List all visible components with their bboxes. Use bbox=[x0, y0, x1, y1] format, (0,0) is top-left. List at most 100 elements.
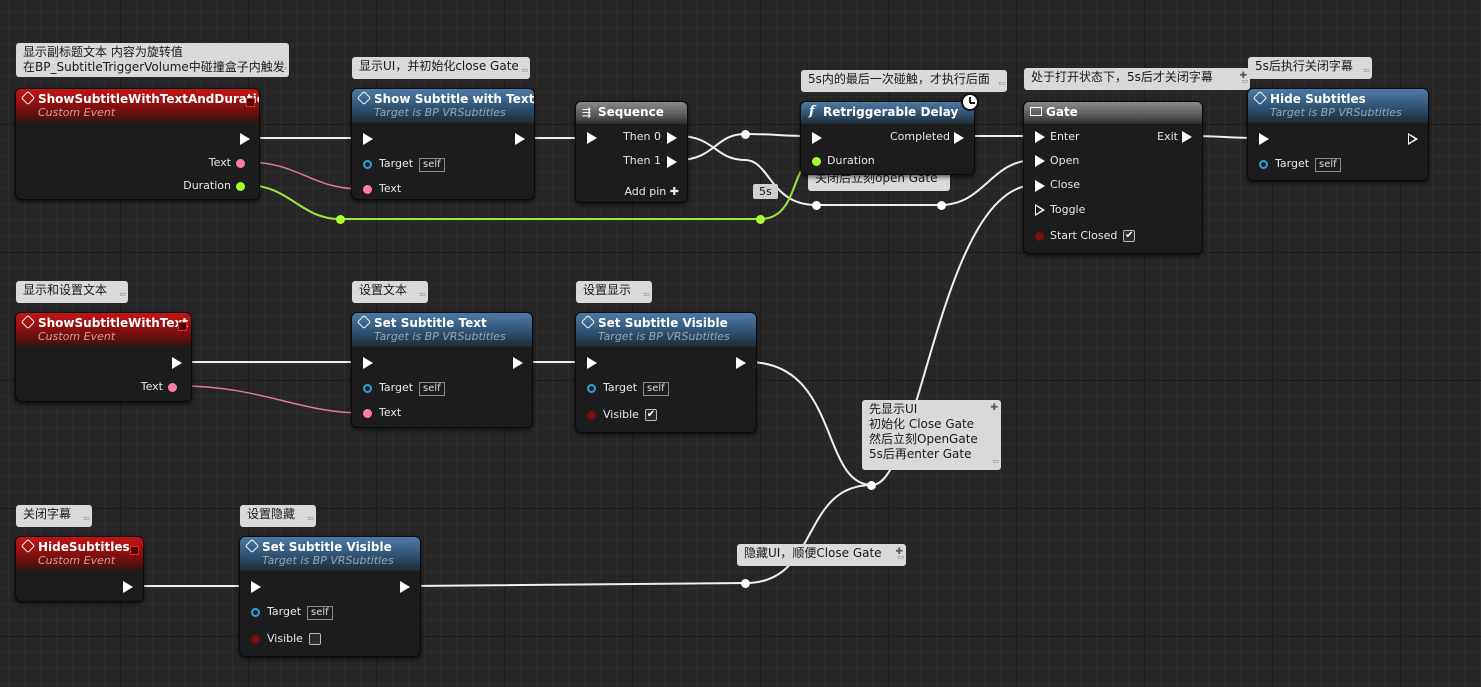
gate-node[interactable]: Gate Enter Exit Open Close Toggle Start … bbox=[1023, 101, 1203, 254]
exec-out-pin[interactable] bbox=[123, 581, 133, 593]
delay-duration-value[interactable]: 5s bbox=[753, 184, 778, 199]
exec-in-pin[interactable] bbox=[587, 132, 597, 144]
function-node-set-subtitle-hidden[interactable]: Set Subtitle Visible Target is BP VRSubt… bbox=[239, 536, 421, 657]
then1-out-pin[interactable] bbox=[667, 156, 677, 168]
fold-icon: ▭ bbox=[992, 457, 999, 465]
self-value[interactable]: self bbox=[419, 158, 445, 172]
node-subtitle: Target is BP VRSubtitles bbox=[262, 554, 394, 567]
exec-in-pin[interactable] bbox=[587, 357, 597, 369]
target-in-pin[interactable] bbox=[363, 384, 372, 393]
delegate-pin-icon[interactable] bbox=[178, 322, 187, 331]
enter-in-pin[interactable] bbox=[1035, 131, 1045, 143]
event-diamond-icon bbox=[20, 538, 36, 554]
start-closed-pin[interactable] bbox=[1035, 232, 1044, 241]
reroute-node[interactable] bbox=[336, 215, 345, 224]
target-in-pin[interactable] bbox=[251, 608, 260, 617]
node-title: ShowSubtitleWithTextAndDuration bbox=[38, 92, 260, 106]
function-node-show-subtitle[interactable]: Show Subtitle with Text Target is BP VRS… bbox=[351, 88, 535, 200]
node-title: Hide Subtitles bbox=[1270, 92, 1366, 106]
reroute-node[interactable] bbox=[756, 215, 765, 224]
function-node-set-subtitle-text[interactable]: Set Subtitle Text Target is BP VRSubtitl… bbox=[351, 312, 533, 428]
node-header[interactable]: Hide Subtitles Target is BP VRSubtitles bbox=[1248, 89, 1428, 123]
start-closed-checkbox[interactable]: ✔ bbox=[1123, 230, 1136, 242]
close-in-pin[interactable] bbox=[1035, 180, 1045, 192]
visible-checkbox[interactable] bbox=[308, 633, 321, 645]
delegate-pin-icon[interactable] bbox=[246, 98, 255, 107]
comment-summary: 先显示UI 初始化 Close Gate 然后立刻OpenGate 5s后再en… bbox=[862, 400, 1001, 470]
text-out-pin[interactable] bbox=[236, 159, 245, 168]
function-node-hide-subtitles[interactable]: Hide Subtitles Target is BP VRSubtitles … bbox=[1247, 88, 1429, 181]
exec-out-pin[interactable] bbox=[513, 357, 523, 369]
node-header[interactable]: Set Subtitle Text Target is BP VRSubtitl… bbox=[352, 313, 532, 347]
node-header[interactable]: Set Subtitle Visible Target is BP VRSubt… bbox=[576, 313, 756, 347]
reroute-node[interactable] bbox=[741, 579, 750, 588]
exec-in-pin[interactable] bbox=[363, 357, 373, 369]
comment-text: 设置隐藏 bbox=[247, 507, 296, 521]
exit-out-pin[interactable] bbox=[1182, 131, 1192, 143]
event-node-show-subtitle-duration[interactable]: ShowSubtitleWithTextAndDuration Custom E… bbox=[15, 88, 260, 200]
node-header[interactable]: Set Subtitle Visible Target is BP VRSubt… bbox=[240, 537, 420, 571]
add-pin-button[interactable]: Add pin ✚ bbox=[624, 184, 679, 200]
then0-out-pin[interactable] bbox=[667, 132, 677, 144]
node-subtitle: Custom Event bbox=[38, 554, 116, 567]
exec-out-pin[interactable] bbox=[736, 357, 746, 369]
target-in-pin[interactable] bbox=[363, 160, 372, 169]
wire-text bbox=[180, 385, 363, 414]
node-header[interactable]: HideSubtitles Custom Event bbox=[16, 537, 143, 571]
exec-out-pin[interactable] bbox=[400, 581, 410, 593]
visible-in-pin[interactable] bbox=[587, 411, 596, 420]
node-title: ShowSubtitleWithText bbox=[38, 316, 188, 330]
node-header[interactable]: ShowSubtitleWithText Custom Event bbox=[16, 313, 191, 347]
event-node-hide-subtitles[interactable]: HideSubtitles Custom Event bbox=[15, 536, 144, 602]
self-value[interactable]: self bbox=[307, 606, 333, 620]
event-node-show-subtitle-text[interactable]: ShowSubtitleWithText Custom Event Text bbox=[15, 312, 192, 402]
reroute-node[interactable] bbox=[741, 130, 750, 139]
pin-row-target: Target self bbox=[1275, 156, 1341, 172]
pin-row-target: Target self bbox=[379, 156, 445, 172]
function-node-set-subtitle-visible[interactable]: Set Subtitle Visible Target is BP VRSubt… bbox=[575, 312, 757, 433]
self-value[interactable]: self bbox=[643, 382, 669, 396]
sequence-node[interactable]: ⇶ Sequence Then 0 Then 1 Add pin ✚ bbox=[575, 101, 688, 203]
node-header[interactable]: ShowSubtitleWithTextAndDuration Custom E… bbox=[16, 89, 259, 123]
reroute-node[interactable] bbox=[937, 201, 946, 210]
toggle-in-pin[interactable] bbox=[1035, 204, 1045, 216]
reroute-node[interactable] bbox=[867, 481, 876, 490]
pin-label-visible: Visible bbox=[267, 632, 303, 645]
pin-icon: ✚ bbox=[990, 403, 998, 413]
exec-in-pin[interactable] bbox=[1259, 133, 1269, 145]
comment-delay: 5s内的最后一次碰触，才执行后面 ▭ bbox=[801, 70, 1007, 92]
exec-out-pin[interactable] bbox=[240, 133, 250, 145]
exec-out-pin[interactable] bbox=[515, 133, 525, 145]
node-header[interactable]: Show Subtitle with Text Target is BP VRS… bbox=[352, 89, 534, 123]
node-header[interactable]: Gate bbox=[1024, 102, 1202, 124]
target-in-pin[interactable] bbox=[587, 384, 596, 393]
pin-label-start-closed: Start Closed bbox=[1050, 229, 1118, 242]
node-header[interactable]: ⇶ Sequence bbox=[576, 102, 687, 124]
reroute-node[interactable] bbox=[812, 201, 821, 210]
exec-out-pin[interactable] bbox=[172, 357, 182, 369]
open-in-pin[interactable] bbox=[1035, 155, 1045, 167]
exec-in-pin[interactable] bbox=[251, 581, 261, 593]
text-out-pin[interactable] bbox=[168, 383, 177, 392]
target-in-pin[interactable] bbox=[1259, 160, 1268, 169]
duration-out-pin[interactable] bbox=[236, 182, 245, 191]
exec-in-pin[interactable] bbox=[363, 133, 373, 145]
delegate-pin-icon[interactable] bbox=[130, 546, 139, 555]
retriggerable-delay-node[interactable]: f Retriggerable Delay Completed Duration bbox=[800, 101, 975, 175]
completed-out-pin[interactable] bbox=[954, 132, 964, 144]
duration-in-pin[interactable] bbox=[812, 157, 821, 166]
self-value[interactable]: self bbox=[419, 382, 445, 396]
exec-in-pin[interactable] bbox=[812, 132, 822, 144]
function-icon bbox=[1252, 90, 1268, 106]
visible-in-pin[interactable] bbox=[251, 635, 260, 644]
exec-out-pin[interactable] bbox=[1408, 133, 1418, 145]
node-header[interactable]: f Retriggerable Delay bbox=[801, 102, 974, 124]
fold-icon: ▭ bbox=[643, 290, 650, 298]
self-value[interactable]: self bbox=[1315, 158, 1341, 172]
text-in-pin[interactable] bbox=[363, 185, 372, 194]
fold-icon: ▭ bbox=[1363, 66, 1370, 74]
pin-label-enter: Enter bbox=[1050, 130, 1080, 143]
comment-sethide: 设置隐藏 ▭ bbox=[240, 505, 316, 527]
text-in-pin[interactable] bbox=[363, 409, 372, 418]
visible-checkbox[interactable]: ✔ bbox=[644, 409, 657, 421]
